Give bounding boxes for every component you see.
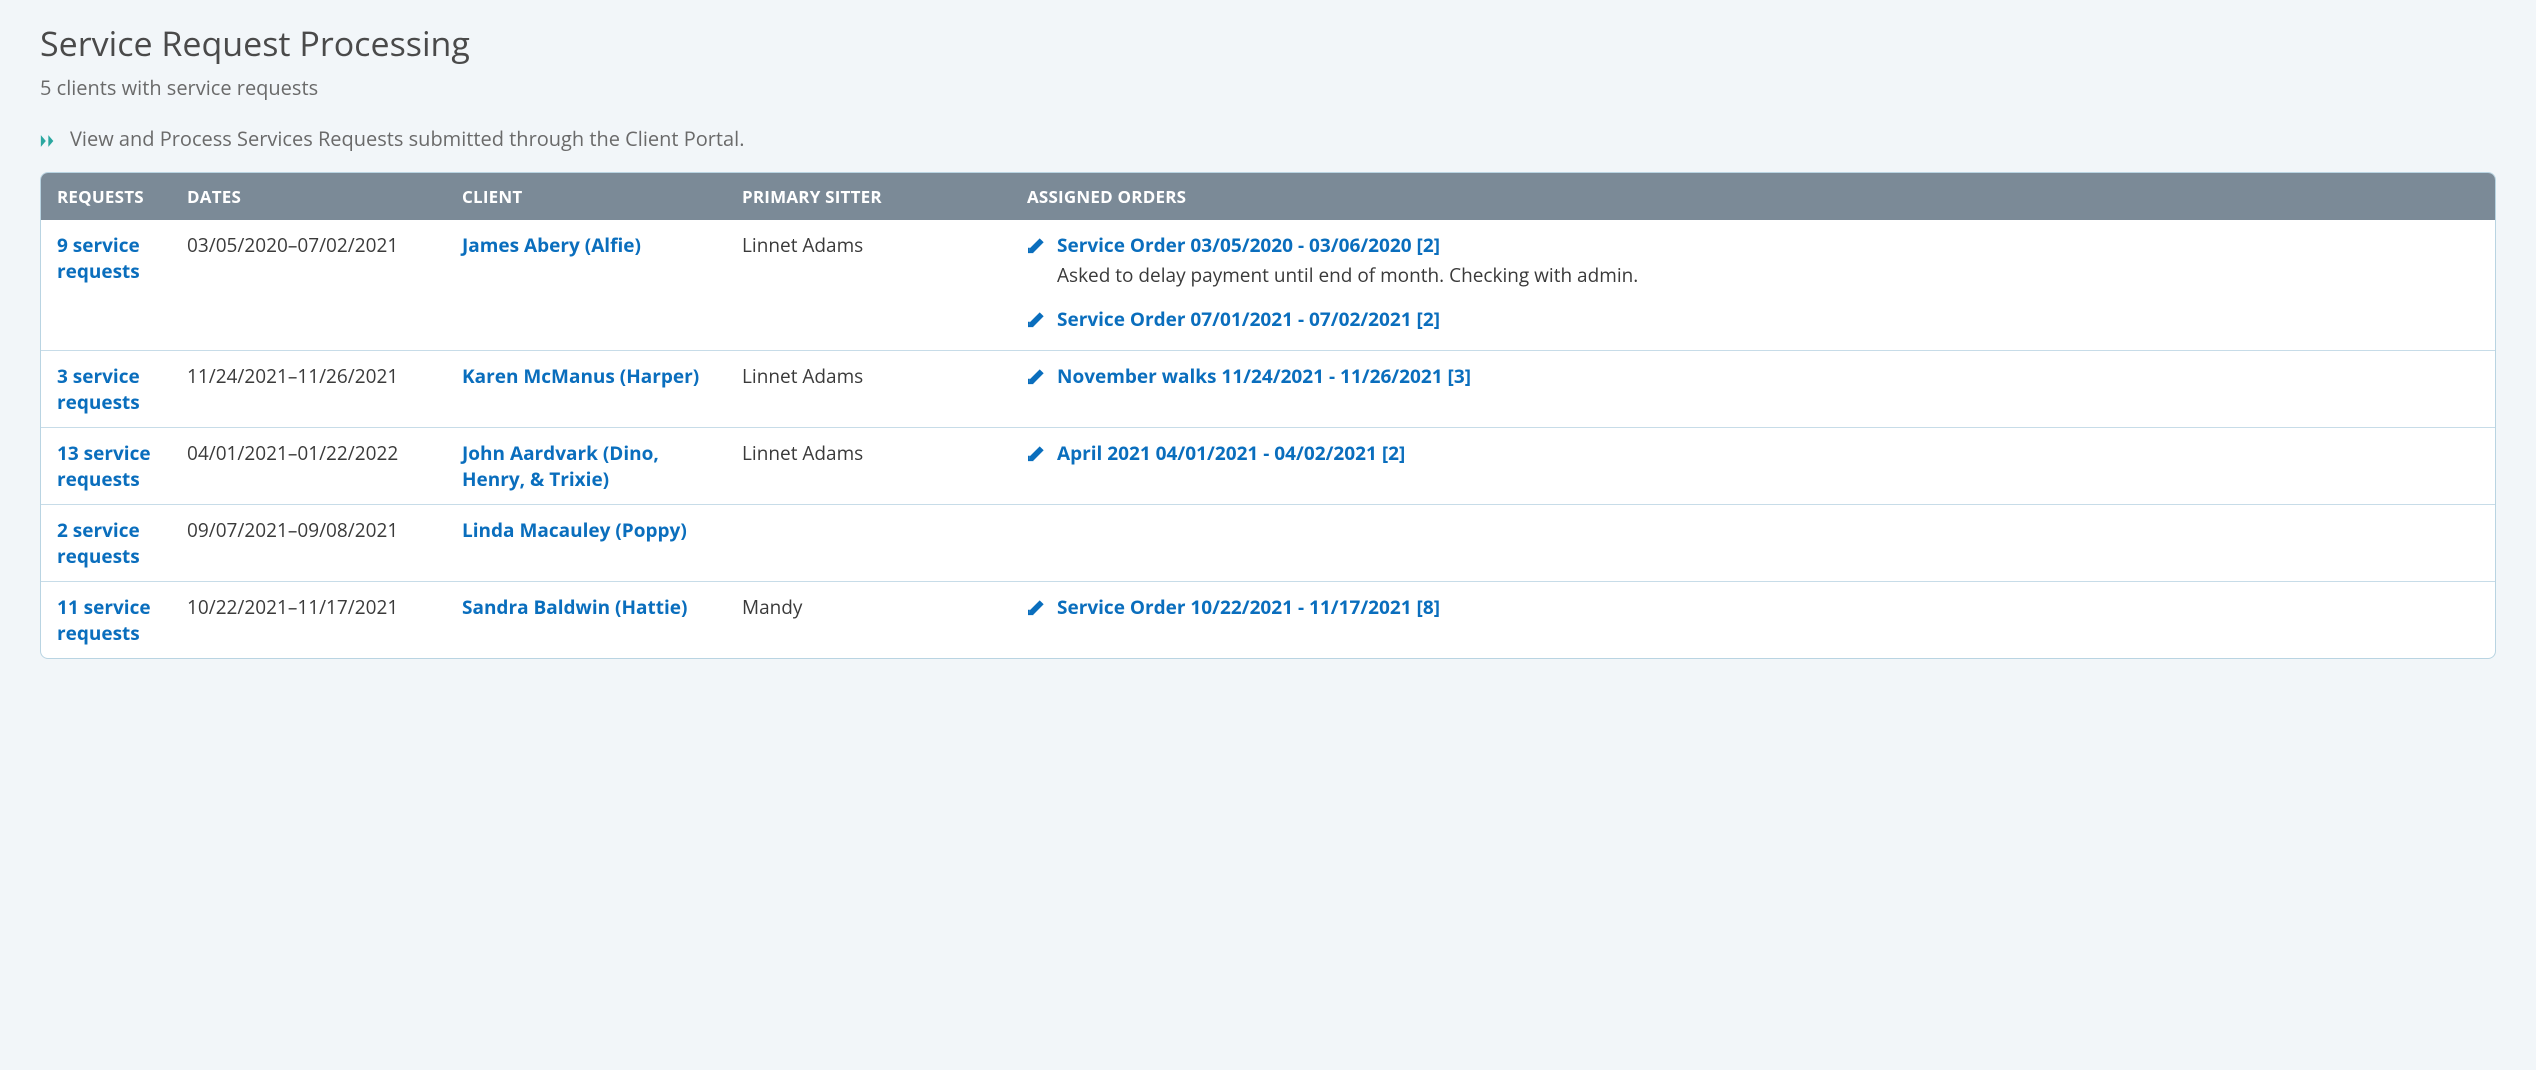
col-header-dates: DATES — [171, 173, 446, 220]
client-link[interactable]: James Abery (Alfie) — [462, 232, 641, 258]
service-order-link[interactable]: Service Order 03/05/2020 - 03/06/2020 [2… — [1057, 232, 1440, 258]
date-range: 04/01/2021–01/22/2022 — [171, 428, 446, 505]
col-header-client: CLIENT — [446, 173, 726, 220]
date-range: 10/22/2021–11/17/2021 — [171, 582, 446, 659]
service-order-link[interactable]: November walks 11/24/2021 - 11/26/2021 [… — [1057, 363, 1471, 389]
table-row: 9 service requests 03/05/2020–07/02/2021 J… — [41, 220, 2495, 351]
client-link[interactable]: Karen McManus (Harper) — [462, 363, 699, 389]
date-range: 11/24/2021–11/26/2021 — [171, 351, 446, 428]
edit-icon[interactable] — [1027, 235, 1047, 255]
page-description-row: View and Process Services Requests submi… — [40, 125, 2496, 152]
service-order-link[interactable]: Service Order 07/01/2021 - 07/02/2021 [2… — [1057, 306, 1440, 332]
assigned-orders-cell: Service Order 03/05/2020 - 03/06/2020 [2… — [1011, 220, 2495, 351]
client-link[interactable]: Sandra Baldwin (Hattie) — [462, 594, 687, 620]
order-note: Asked to delay payment until end of mont… — [1057, 262, 2479, 288]
date-range: 03/05/2020–07/02/2021 — [171, 220, 446, 351]
primary-sitter: Linnet Adams — [726, 351, 1011, 428]
page-description-text: View and Process Services Requests submi… — [70, 125, 744, 152]
assigned-orders-cell: Service Order 10/22/2021 - 11/17/2021 [8… — [1011, 582, 2495, 659]
client-link[interactable]: John Aardvark (Dino, Henry, & Trixie) — [462, 440, 659, 492]
table-row: 13 service requests 04/01/2021–01/22/2022… — [41, 428, 2495, 505]
page-subtitle: 5 clients with service requests — [40, 74, 2496, 101]
service-order-link[interactable]: Service Order 10/22/2021 - 11/17/2021 [8… — [1057, 594, 1440, 620]
primary-sitter: Linnet Adams — [726, 220, 1011, 351]
col-header-requests: REQUESTS — [41, 173, 171, 220]
service-requests-link[interactable]: 11 service requests — [57, 594, 151, 646]
primary-sitter: Linnet Adams — [726, 428, 1011, 505]
service-requests-link[interactable]: 9 service requests — [57, 232, 140, 284]
assigned-orders-cell — [1011, 505, 2495, 582]
edit-icon[interactable] — [1027, 366, 1047, 386]
primary-sitter — [726, 505, 1011, 582]
assigned-orders-cell: November walks 11/24/2021 - 11/26/2021 [… — [1011, 351, 2495, 428]
service-requests-table: REQUESTS DATES CLIENT PRIMARY SITTER ASS… — [40, 172, 2496, 659]
table-row: 2 service requests 09/07/2021–09/08/2021 L… — [41, 505, 2495, 582]
edit-icon[interactable] — [1027, 597, 1047, 617]
client-link[interactable]: Linda Macauley (Poppy) — [462, 517, 687, 543]
date-range: 09/07/2021–09/08/2021 — [171, 505, 446, 582]
edit-icon[interactable] — [1027, 309, 1047, 329]
table-row: 11 service requests 10/22/2021–11/17/2021… — [41, 582, 2495, 659]
table-header-row: REQUESTS DATES CLIENT PRIMARY SITTER ASS… — [41, 173, 2495, 220]
double-chevron-right-icon — [40, 125, 60, 152]
service-requests-link[interactable]: 2 service requests — [57, 517, 140, 569]
table-row: 3 service requests 11/24/2021–11/26/2021 K… — [41, 351, 2495, 428]
page-title: Service Request Processing — [40, 20, 2496, 66]
col-header-orders: ASSIGNED ORDERS — [1011, 173, 2495, 220]
edit-icon[interactable] — [1027, 443, 1047, 463]
assigned-orders-cell: April 2021 04/01/2021 - 04/02/2021 [2] — [1011, 428, 2495, 505]
service-requests-link[interactable]: 13 service requests — [57, 440, 151, 492]
service-order-link[interactable]: April 2021 04/01/2021 - 04/02/2021 [2] — [1057, 440, 1405, 466]
primary-sitter: Mandy — [726, 582, 1011, 659]
service-requests-link[interactable]: 3 service requests — [57, 363, 140, 415]
col-header-sitter: PRIMARY SITTER — [726, 173, 1011, 220]
